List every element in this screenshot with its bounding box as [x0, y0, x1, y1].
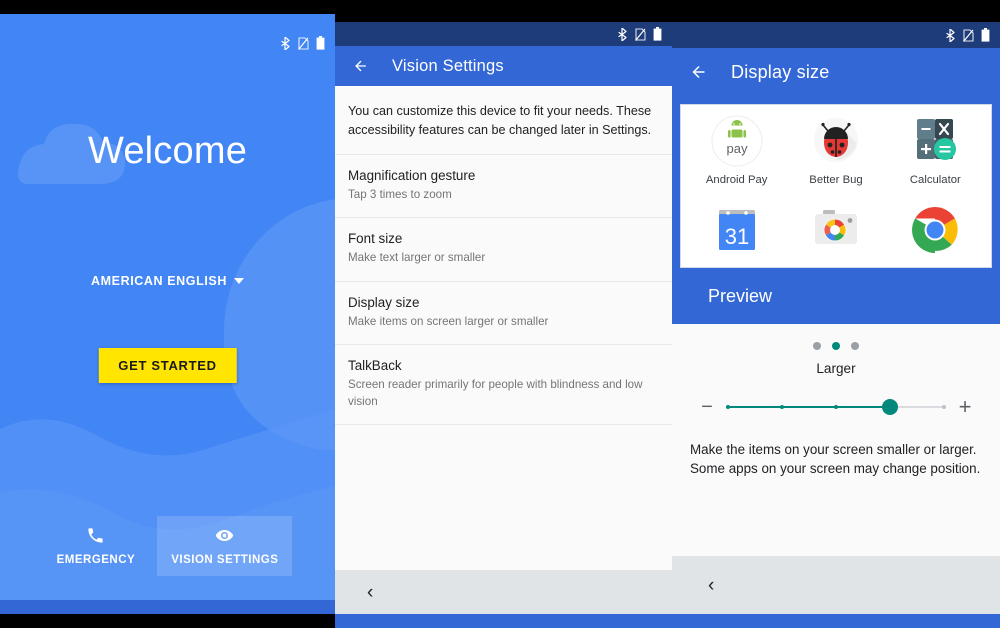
app-icon-grid-row2: 31 — [681, 194, 991, 256]
page-title: Welcome — [87, 130, 248, 172]
welcome-footer: EMERGENCY VISION SETTINGS — [0, 516, 335, 576]
app-bar: Vision Settings — [335, 46, 672, 86]
list-item-title: Font size — [348, 231, 403, 247]
app-tile-chrome[interactable] — [886, 204, 985, 256]
list-item-subtitle: Tap 3 times to zoom — [348, 187, 452, 201]
dot-0 — [813, 342, 821, 350]
screenshot-stage: Welcome AMERICAN ENGLISH GET STARTED EME… — [0, 0, 1000, 628]
preview-section: pay Android Pay Better Bug Calculator 31… — [672, 96, 1000, 324]
vision-settings-screen: Vision Settings You can customize this d… — [335, 0, 672, 628]
list-item-title: TalkBack — [348, 358, 402, 374]
status-bar — [672, 22, 1000, 48]
nav-back-button[interactable]: ‹ — [708, 576, 714, 595]
no-sim-icon — [963, 28, 974, 42]
slider-tick-1 — [726, 404, 730, 409]
display-size-screen: Display size pay Android Pay Better Bug … — [672, 0, 1000, 628]
preview-label: Preview — [708, 285, 773, 306]
vision-settings-button[interactable]: VISION SETTINGS — [157, 516, 293, 576]
app-bar-title: Display size — [731, 61, 830, 82]
list-item-subtitle: Screen reader primarily for people with … — [348, 378, 643, 408]
settings-list: You can customize this device to fit you… — [335, 86, 672, 570]
list-item-subtitle: Make items on screen larger or smaller — [348, 314, 549, 328]
bluetooth-icon — [946, 28, 955, 42]
slider-tick-3 — [834, 404, 838, 409]
preview-card: pay Android Pay Better Bug Calculator 31 — [680, 104, 992, 268]
letterbox-top — [0, 0, 335, 14]
welcome-screen-body: Welcome AMERICAN ENGLISH GET STARTED EME… — [0, 14, 335, 614]
app-label: Android Pay — [705, 174, 768, 186]
app-tile-calculator[interactable]: Calculator — [886, 115, 985, 186]
calendar-day: 31 — [724, 224, 748, 249]
slider-thumb[interactable] — [882, 399, 898, 415]
list-item-subtitle: Make text larger or smaller — [348, 251, 486, 265]
chevron-down-icon — [234, 278, 244, 284]
app-label: Calculator — [909, 174, 961, 186]
arrow-left-icon[interactable] — [688, 63, 709, 81]
app-tile-camera[interactable] — [786, 204, 885, 256]
app-tile-calendar[interactable]: 31 — [687, 204, 786, 256]
no-sim-icon — [298, 36, 309, 50]
app-tile-better-bug[interactable]: Better Bug — [786, 115, 885, 186]
slider-tick-2 — [780, 404, 784, 409]
bottom-strip — [0, 600, 335, 614]
increase-size-button[interactable]: + — [948, 394, 982, 420]
slider-track-fill — [728, 406, 890, 408]
display-size-slider-row: − + — [672, 376, 1000, 420]
bluetooth-icon — [281, 36, 290, 50]
app-icon-grid-row1: pay Android Pay Better Bug Calculator — [681, 105, 991, 186]
list-item-magnification-gesture[interactable]: Magnification gesture Tap 3 times to zoo… — [335, 155, 672, 219]
display-size-controls: Larger − + Make the items on your screen… — [672, 324, 1000, 556]
ladybug-icon — [813, 118, 858, 162]
dot-1-active — [832, 342, 840, 350]
app-bar-title: Vision Settings — [392, 56, 504, 75]
welcome-screen: Welcome AMERICAN ENGLISH GET STARTED EME… — [0, 0, 335, 628]
eye-icon — [216, 529, 234, 542]
size-value-label: Larger — [816, 361, 856, 376]
bottom-strip — [672, 614, 1000, 628]
dot-2 — [851, 342, 859, 350]
slider-tick-5 — [942, 404, 946, 409]
display-size-slider[interactable] — [726, 398, 946, 416]
phone-icon — [88, 528, 104, 543]
decrease-size-button[interactable]: − — [690, 396, 724, 419]
status-bar — [335, 22, 672, 46]
list-item-display-size[interactable]: Display size Make items on screen larger… — [335, 282, 672, 346]
list-item-title: Display size — [348, 294, 420, 310]
bottom-strip — [335, 614, 672, 628]
battery-icon — [316, 36, 325, 50]
navigation-bar: ‹ — [335, 570, 672, 614]
language-label: AMERICAN ENGLISH — [91, 274, 227, 288]
step-indicator-dots — [672, 324, 1000, 350]
language-selector[interactable]: AMERICAN ENGLISH — [0, 274, 335, 288]
list-item-font-size[interactable]: Font size Make text larger or smaller — [335, 218, 672, 282]
app-tile-android-pay[interactable]: pay Android Pay — [687, 115, 786, 186]
letterbox-top — [335, 0, 672, 22]
app-bar: Display size — [672, 48, 1000, 96]
calculator-icon — [917, 119, 957, 160]
bluetooth-icon — [618, 27, 627, 41]
get-started-button[interactable]: GET STARTED — [98, 348, 237, 383]
status-bar — [0, 28, 335, 58]
android-pay-icon: pay — [711, 115, 763, 167]
battery-icon — [653, 27, 662, 41]
vision-settings-label: VISION SETTINGS — [171, 554, 279, 566]
description-text: Make the items on your screen smaller or… — [690, 442, 981, 477]
calendar-icon: 31 — [718, 210, 755, 250]
no-sim-icon — [635, 27, 646, 41]
list-item-title: Magnification gesture — [348, 167, 476, 183]
emergency-button[interactable]: EMERGENCY — [43, 516, 150, 576]
chrome-icon — [912, 207, 959, 253]
camera-icon — [814, 210, 857, 244]
app-label: Better Bug — [809, 174, 863, 186]
emergency-label: EMERGENCY — [56, 554, 136, 566]
list-item-talkback[interactable]: TalkBack Screen reader primarily for peo… — [335, 345, 672, 426]
arrow-left-icon[interactable] — [351, 58, 370, 74]
battery-icon — [981, 28, 990, 42]
letterbox-top — [672, 0, 1000, 22]
navigation-bar: ‹ — [672, 556, 1000, 614]
intro-text: You can customize this device to fit you… — [335, 86, 672, 155]
nav-back-button[interactable]: ‹ — [367, 583, 373, 602]
svg-text:pay: pay — [726, 141, 747, 156]
